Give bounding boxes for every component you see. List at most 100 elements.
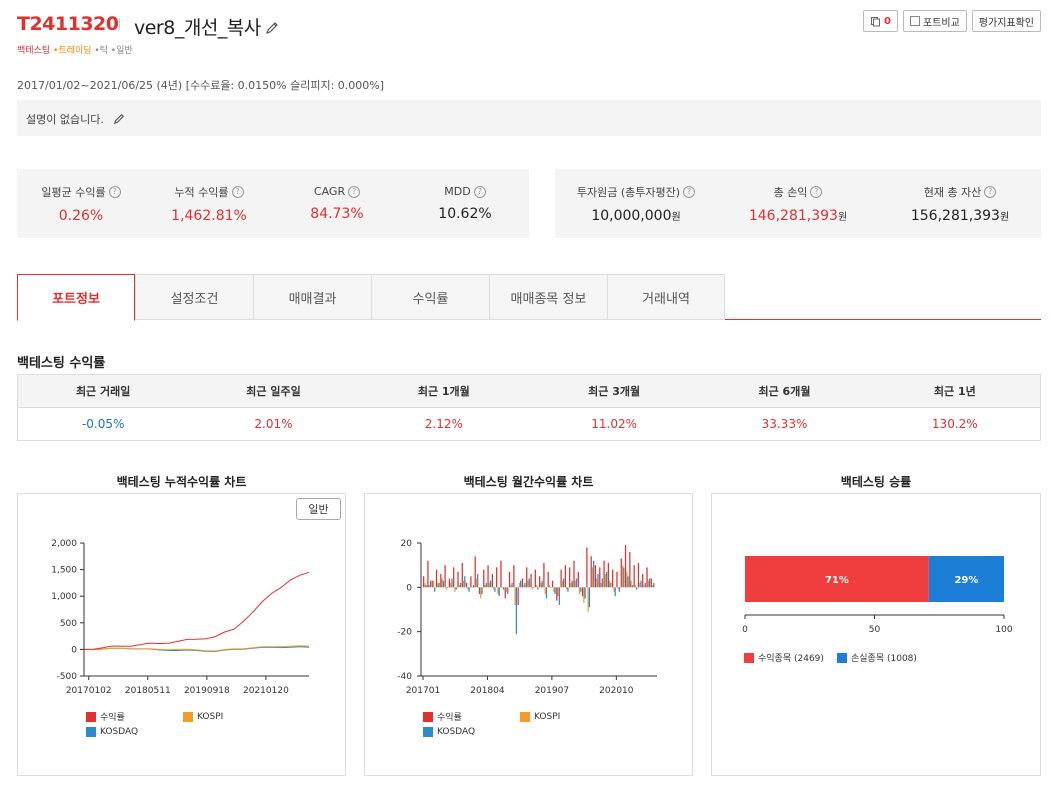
bar-KOSDAQ — [425, 585, 427, 588]
x-tick-label: 201907 — [535, 686, 569, 696]
y-tick-label: 2,000 — [51, 539, 77, 549]
legend-item[interactable]: KOSDAQ — [423, 727, 520, 737]
help-icon[interactable]: ? — [348, 185, 361, 198]
bar-KOSPI — [578, 587, 581, 594]
bar-KOSPI — [484, 585, 486, 588]
bar-KOSDAQ — [554, 587, 556, 594]
stat-mdd: MDD? 10.62% — [401, 185, 529, 222]
help-icon[interactable]: ? — [473, 185, 486, 198]
legend-item[interactable]: 수익종목 (2469) — [744, 651, 837, 664]
compare-button[interactable]: 포트비교 — [902, 10, 967, 32]
returns-table: 최근 거래일 최근 일주일 최근 1개월 최근 3개월 최근 6개월 최근 1년… — [17, 374, 1041, 441]
tab-trade-results[interactable]: 매매결과 — [253, 274, 371, 320]
bar-KOSDAQ — [455, 587, 457, 590]
backtest-period: 2017/01/02~2021/06/25 (4년) [수수료율: 0.0150… — [17, 79, 385, 92]
bar-수익률 — [435, 569, 438, 588]
y-tick-label: 1,000 — [51, 592, 77, 602]
bar-KOSDAQ — [524, 582, 526, 588]
bar-수익률 — [556, 587, 558, 601]
bar-KOSDAQ — [550, 587, 552, 588]
tab-settings[interactable]: 설정조건 — [135, 274, 253, 320]
copy-count-button[interactable]: 0 — [863, 10, 898, 32]
main-tabs: 포트정보 설정조건 매매결과 수익률 매매종목 정보 거래내역 — [17, 274, 1041, 321]
bar-KOSPI — [518, 582, 521, 588]
stat-unit: 원 — [837, 211, 848, 223]
help-icon[interactable]: ? — [108, 185, 121, 198]
legend-item[interactable]: KOSPI — [520, 710, 617, 723]
y-tick-label: 1,500 — [51, 566, 77, 576]
monthly-chart: 20 0 -20 -40 201701 201804 201907 202010 — [397, 539, 657, 696]
stats-right-box: 투자원금 (총투자평잔)? 10,000,000원 총 손익? 146,281,39… — [555, 169, 1041, 238]
bar-KOSDAQ — [494, 587, 496, 592]
legend-item[interactable]: KOSPI — [183, 710, 280, 723]
help-icon[interactable]: ? — [810, 185, 823, 198]
bar-수익률 — [633, 565, 635, 588]
bar-수익률 — [642, 574, 644, 588]
column-header: 최근 1년 — [933, 385, 976, 398]
bar-KOSPI — [561, 580, 564, 588]
bar-KOSDAQ — [610, 582, 612, 588]
bar-KOSDAQ — [485, 582, 487, 588]
help-icon[interactable]: ? — [984, 185, 997, 198]
legend-item[interactable]: 수익률 — [423, 710, 520, 723]
help-icon[interactable]: ? — [683, 185, 696, 198]
help-icon[interactable]: ? — [231, 185, 244, 198]
bar-KOSDAQ — [593, 560, 595, 588]
bar-수익률 — [551, 580, 554, 588]
bar-수익률 — [530, 574, 532, 588]
bar-KOSPI — [570, 582, 572, 588]
eval-metrics-button[interactable]: 평가지표확인 — [971, 10, 1041, 32]
monthly-chart-title: 백테스팅 월간수익률 차트 — [463, 475, 594, 489]
bar-KOSPI — [600, 582, 602, 588]
bar-KOSDAQ — [558, 587, 560, 606]
edit-description-pencil-icon[interactable] — [113, 113, 125, 128]
x-tick-label: 20190918 — [184, 686, 230, 696]
bar-KOSDAQ — [584, 587, 586, 599]
bar-KOSPI — [583, 587, 585, 603]
stat-value: 1,462.81% — [171, 207, 247, 224]
y-tick-label: -500 — [57, 672, 78, 682]
bar-KOSDAQ — [571, 580, 573, 588]
tab-returns[interactable]: 수익률 — [371, 274, 489, 320]
legend-swatch — [837, 652, 847, 663]
bar-KOSPI — [493, 587, 495, 590]
edit-name-pencil-icon[interactable] — [265, 18, 279, 34]
tab-stock-info[interactable]: 매매종목 정보 — [489, 274, 607, 320]
portfolio-tags: 백테스팅 •트레이딩 •틱 •일반 — [17, 43, 133, 56]
bar-수익률 — [478, 587, 481, 594]
bar-KOSPI — [639, 582, 641, 588]
legend-item[interactable]: KOSDAQ — [86, 727, 183, 737]
bar-KOSDAQ — [477, 574, 479, 588]
bar-KOSPI — [617, 587, 619, 590]
monthly-chart-panel: 20 0 -20 -40 201701 201804 201907 202010 수익률 KO… — [364, 493, 693, 776]
bar-KOSDAQ — [528, 578, 530, 588]
bar-KOSPI — [501, 587, 503, 588]
bar-KOSDAQ — [468, 587, 470, 592]
bar-KOSDAQ — [464, 576, 466, 588]
x-tick-label: 0 — [742, 625, 748, 635]
bar-수익률 — [620, 558, 622, 588]
tag-tick: •틱 — [94, 46, 108, 56]
bar-KOSPI — [587, 587, 589, 612]
bar-KOSDAQ — [515, 587, 518, 634]
bar-수익률 — [491, 574, 493, 588]
bar-수익률 — [564, 565, 567, 588]
bar-수익률 — [508, 571, 511, 588]
bar-KOSPI — [540, 582, 542, 588]
legend-swatch — [423, 727, 433, 737]
stat-cagr: CAGR? 84.73% — [273, 185, 401, 222]
bar-KOSPI — [437, 582, 439, 588]
winrate-legend: 수익종목 (2469) 손실종목 (1008) — [744, 651, 1004, 664]
bar-KOSDAQ — [451, 578, 453, 588]
legend-item[interactable]: 손실종목 (1008) — [837, 651, 947, 664]
tab-history[interactable]: 거래내역 — [607, 274, 725, 320]
tab-port-info[interactable]: 포트정보 — [17, 274, 135, 321]
stat-total-assets: 현재 총 자산? 156,281,393원 — [910, 185, 1010, 224]
legend-swatch — [183, 711, 193, 722]
series-line-수익률 — [83, 571, 310, 650]
copy-icon — [871, 16, 881, 26]
table-cell: 2.01% — [254, 417, 293, 431]
y-tick-label: 500 — [60, 619, 77, 629]
bar-수익률 — [624, 545, 627, 588]
legend-item[interactable]: 수익률 — [86, 710, 183, 723]
